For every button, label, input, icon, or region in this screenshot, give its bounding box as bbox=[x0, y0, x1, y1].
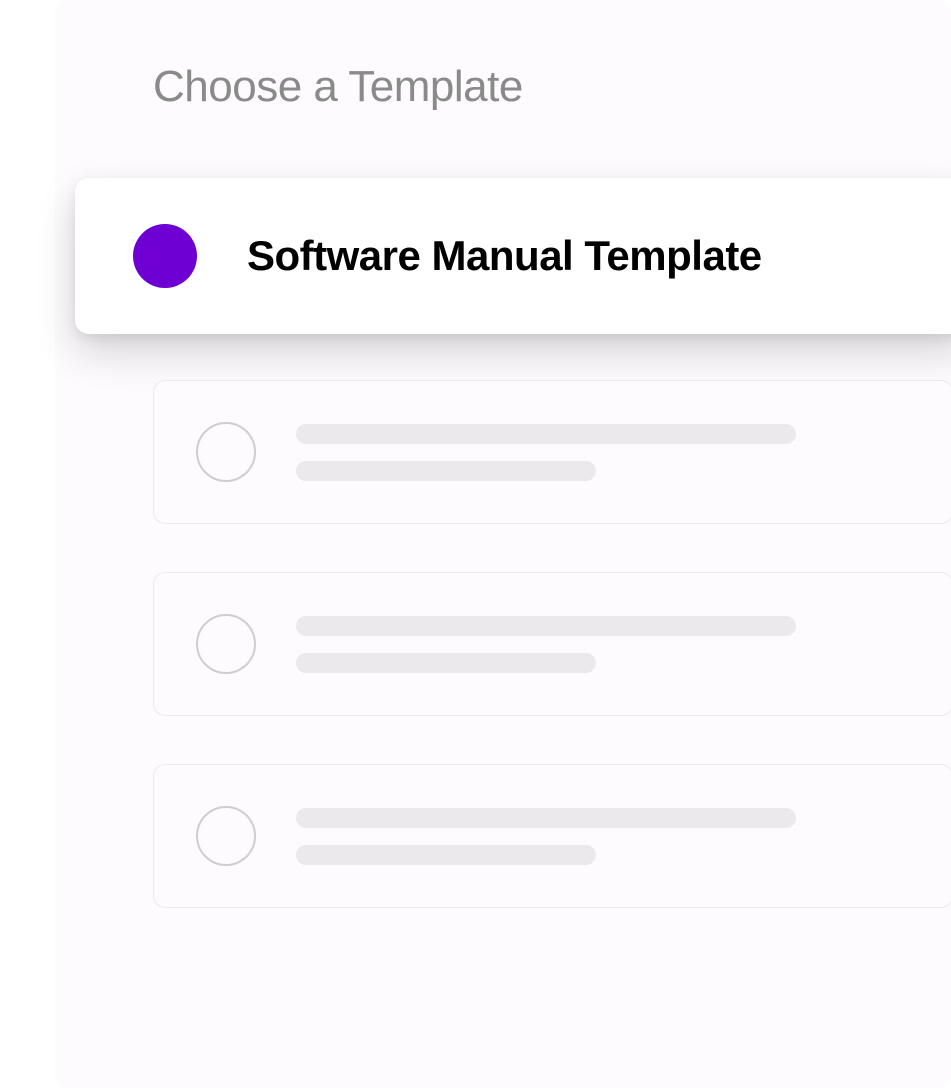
template-option-selected[interactable]: Software Manual Template bbox=[75, 178, 951, 334]
skeleton-text bbox=[296, 808, 796, 865]
skeleton-text bbox=[296, 424, 796, 481]
skeleton-line bbox=[296, 845, 596, 865]
template-chooser-panel: Choose a Template Software Manual Templa… bbox=[55, 0, 951, 1088]
skeleton-line bbox=[296, 616, 796, 636]
page-title: Choose a Template bbox=[153, 62, 523, 112]
radio-unselected-icon bbox=[196, 422, 256, 482]
radio-unselected-icon bbox=[196, 806, 256, 866]
skeleton-line bbox=[296, 653, 596, 673]
template-option-placeholder[interactable] bbox=[153, 764, 951, 908]
skeleton-line bbox=[296, 808, 796, 828]
radio-unselected-icon bbox=[196, 614, 256, 674]
template-option-placeholder[interactable] bbox=[153, 572, 951, 716]
template-option-placeholder[interactable] bbox=[153, 380, 951, 524]
template-option-label: Software Manual Template bbox=[247, 232, 762, 280]
skeleton-line bbox=[296, 461, 596, 481]
radio-selected-icon bbox=[133, 224, 197, 288]
skeleton-line bbox=[296, 424, 796, 444]
skeleton-text bbox=[296, 616, 796, 673]
